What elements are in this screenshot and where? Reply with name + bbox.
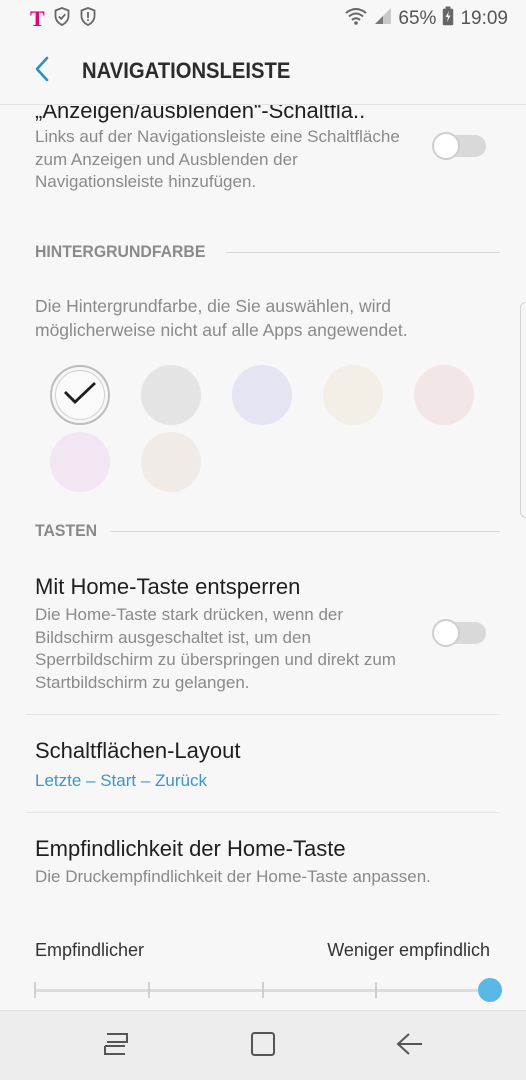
settings-list[interactable]: „Anzeigen/ausblenden“-Schaltfla.. Links … [0,104,526,1010]
setting-title: Schaltflächen-Layout [35,738,241,763]
back-nav-button[interactable] [393,1029,427,1063]
home-icon [250,1031,276,1062]
slider-tick [375,982,378,998]
list-divider [26,714,500,715]
navigation-bar [0,1010,526,1080]
scroll-indicator [520,302,526,518]
section-divider [109,530,500,532]
screen: T 65% 19:09 NAVIGATIONSLEISTE „Anzeigen/… [0,0,526,1080]
carrier-logo: T [30,6,45,31]
background-description: Die Hintergrundfarbe, die Sie auswählen,… [35,296,408,340]
section-header-keys: TASTEN [35,521,500,541]
battery-percent: 65% [398,8,437,29]
setting-title: „Anzeigen/ausblenden“-Schaltfla.. [35,104,366,123]
page-title: NAVIGATIONSLEISTE [82,58,291,83]
home-button[interactable] [246,1029,280,1063]
shield-check-icon [54,6,70,32]
button-layout-setting[interactable]: Schaltflächen-Layout Letzte – Start – Zu… [35,738,495,791]
section-divider [226,251,500,253]
color-swatch[interactable] [323,365,383,425]
slider-min-label: Empfindlicher [35,940,145,960]
slider-max-label: Weniger empfindlich [327,940,490,960]
status-left: T [30,6,96,32]
color-swatch-selected[interactable] [50,365,110,425]
color-swatch[interactable] [141,365,201,425]
section-label: HINTERGRUNDFARBE [35,242,206,261]
shield-alert-icon [80,6,96,32]
home-sensitivity-setting: Empfindlichkeit der Home-Taste Die Druck… [35,836,435,889]
setting-summary: Die Home-Taste stark drücken, wenn der B… [35,605,396,692]
slider-tick [147,982,150,998]
setting-title: Empfindlichkeit der Home-Taste [35,836,346,861]
setting-summary: Links auf der Navigationsleiste eine Sch… [35,127,400,191]
sensitivity-slider[interactable] [34,978,502,1002]
color-swatch[interactable] [50,432,110,492]
app-header: NAVIGATIONSLEISTE [0,38,526,105]
swatch-inner [55,370,105,420]
recent-apps-icon [101,1031,131,1062]
back-button[interactable] [22,51,62,91]
toggle-knob [432,132,460,160]
chevron-left-icon [33,56,51,87]
status-bar: T 65% 19:09 [0,0,526,38]
battery-charging-icon [442,6,454,32]
color-swatch[interactable] [141,432,201,492]
list-divider [26,812,500,813]
toggle-knob [432,619,460,647]
setting-summary: Die Druckempfindlichkeit der Home-Taste … [35,867,431,886]
wifi-icon [344,6,368,32]
recent-apps-button[interactable] [99,1029,133,1063]
status-right: 65% 19:09 [344,6,508,32]
slider-tick [34,982,36,998]
button-layout-value: Letzte – Start – Zurück [35,771,207,790]
unlock-with-home-toggle[interactable] [432,619,486,647]
setting-title: Mit Home-Taste entsperren [35,574,301,599]
signal-icon [374,7,392,31]
show-hide-button-toggle[interactable] [432,132,486,160]
slider-thumb[interactable] [478,978,502,1002]
slider-tick [261,982,264,998]
show-hide-button-setting[interactable]: „Anzeigen/ausblenden“-Schaltfla.. Links … [35,104,415,194]
section-label: TASTEN [35,521,98,540]
back-icon [395,1031,425,1062]
clock: 19:09 [460,8,508,29]
section-header-background: HINTERGRUNDFARBE [35,242,500,262]
unlock-with-home-setting[interactable]: Mit Home-Taste entsperren Die Home-Taste… [35,574,415,694]
checkmark-icon [63,381,97,410]
color-swatch[interactable] [414,365,474,425]
color-swatch[interactable] [232,365,292,425]
